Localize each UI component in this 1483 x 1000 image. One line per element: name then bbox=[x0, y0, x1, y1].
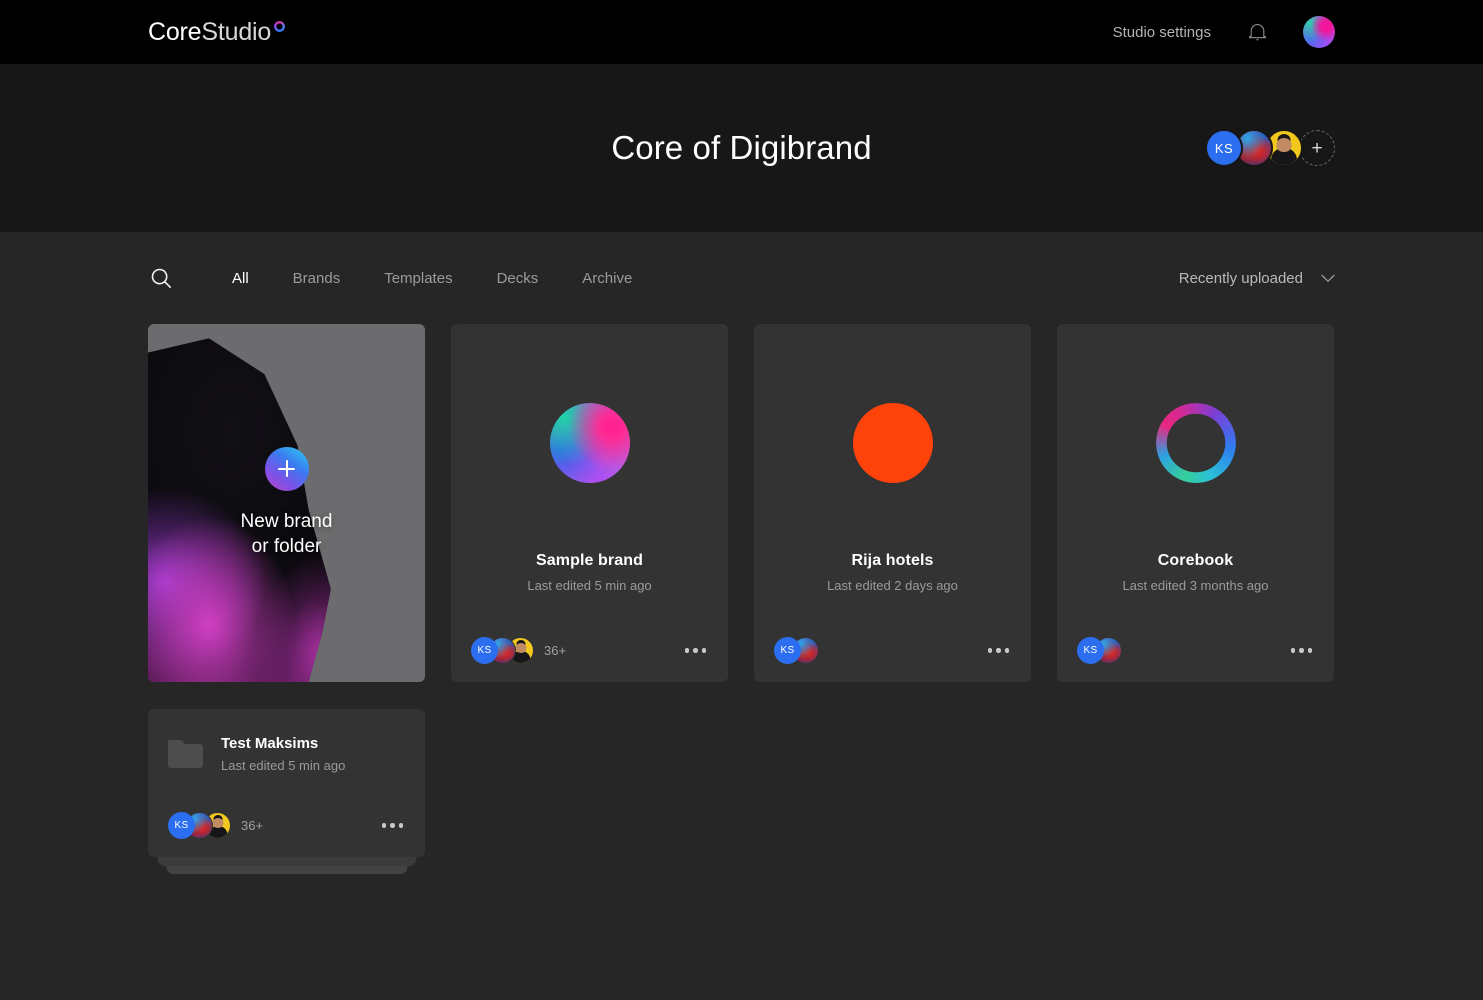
card-avatars: KS bbox=[774, 637, 819, 664]
folder-text: Test Maksims Last edited 5 min ago bbox=[221, 735, 345, 773]
new-card-label: New brand or folder bbox=[240, 510, 333, 557]
more-options-icon[interactable] bbox=[1289, 642, 1315, 659]
bell-icon[interactable] bbox=[1245, 19, 1269, 45]
top-bar-actions: Studio settings bbox=[1113, 16, 1335, 48]
hero-member-avatars: KS + bbox=[1205, 129, 1335, 167]
hero-section: Core of Digibrand KS + bbox=[0, 64, 1483, 232]
new-brand-or-folder-card[interactable]: New brand or folder bbox=[148, 324, 425, 682]
avatar-ks[interactable]: KS bbox=[471, 637, 498, 664]
brand-card-sample-brand[interactable]: Sample brand Last edited 5 min ago KS 36… bbox=[451, 324, 728, 682]
card-footer: KS bbox=[774, 637, 1011, 664]
more-options-icon[interactable] bbox=[986, 642, 1012, 659]
folder-card-test-maksims[interactable]: Test Maksims Last edited 5 min ago KS 36… bbox=[148, 709, 425, 857]
tab-brands[interactable]: Brands bbox=[271, 264, 363, 293]
card-avatars: KS bbox=[471, 637, 534, 664]
card-title: Rija hotels bbox=[851, 552, 934, 569]
card-thumbnail bbox=[754, 324, 1031, 552]
folder-header: Test Maksims Last edited 5 min ago bbox=[148, 709, 425, 773]
card-footer: KS bbox=[1077, 637, 1314, 664]
content-toolbar: All Brands Templates Decks Archive Recen… bbox=[0, 232, 1483, 324]
chevron-down-icon bbox=[1321, 274, 1335, 282]
avatar-ks[interactable]: KS bbox=[168, 812, 195, 839]
card-thumbnail bbox=[451, 324, 728, 552]
folder-footer: KS 36+ bbox=[168, 812, 405, 839]
new-card-content: New brand or folder bbox=[148, 324, 425, 682]
orange-circle-icon bbox=[852, 403, 933, 483]
card-title: Corebook bbox=[1157, 552, 1234, 569]
card-subtitle: Last edited 3 months ago bbox=[1122, 578, 1269, 593]
brand-card-rija-hotels[interactable]: Rija hotels Last edited 2 days ago KS bbox=[754, 324, 1031, 682]
card-subtitle: Last edited 2 days ago bbox=[827, 578, 958, 593]
gradient-ring-icon bbox=[274, 20, 286, 32]
avatar-ks[interactable]: KS bbox=[1077, 637, 1104, 664]
more-options-icon[interactable] bbox=[380, 817, 406, 834]
content-grid: New brand or folder Sample brand Last ed… bbox=[0, 324, 1483, 874]
folder-subtitle: Last edited 5 min ago bbox=[221, 758, 346, 773]
app-logo[interactable]: Core Studio bbox=[148, 17, 286, 46]
tab-all[interactable]: All bbox=[210, 264, 271, 293]
page-title: Core of Digibrand bbox=[611, 129, 872, 166]
avatar-ks[interactable]: KS bbox=[774, 637, 801, 664]
top-bar: Core Studio Studio settings bbox=[0, 0, 1483, 64]
user-avatar[interactable] bbox=[1303, 16, 1335, 48]
card-thumbnail bbox=[1057, 324, 1334, 552]
member-count: 36+ bbox=[544, 643, 567, 658]
avatar-ks[interactable]: KS bbox=[1205, 129, 1243, 167]
tab-archive[interactable]: Archive bbox=[560, 264, 654, 293]
plus-icon[interactable] bbox=[264, 446, 309, 491]
folder-icon bbox=[168, 740, 203, 768]
filter-tabs: All Brands Templates Decks Archive bbox=[210, 264, 654, 293]
card-subtitle: Last edited 5 min ago bbox=[527, 578, 652, 593]
tab-decks[interactable]: Decks bbox=[475, 264, 561, 293]
search-icon[interactable] bbox=[148, 265, 174, 291]
folder-avatars: KS bbox=[168, 812, 231, 839]
sort-dropdown[interactable]: Recently uploaded bbox=[1179, 270, 1335, 287]
card-title: Sample brand bbox=[535, 552, 643, 569]
add-member-button[interactable]: + bbox=[1299, 130, 1335, 166]
more-options-icon[interactable] bbox=[683, 642, 709, 659]
gradient-blob-icon bbox=[549, 403, 630, 483]
gradient-ring-icon bbox=[1155, 403, 1236, 483]
studio-settings-link[interactable]: Studio settings bbox=[1113, 24, 1211, 41]
card-footer: KS 36+ bbox=[471, 637, 708, 664]
logo-text-core: Core bbox=[148, 17, 202, 46]
card-avatars: KS bbox=[1077, 637, 1122, 664]
sort-dropdown-value: Recently uploaded bbox=[1178, 269, 1303, 287]
folder-card-wrapper: Test Maksims Last edited 5 min ago KS 36… bbox=[148, 709, 425, 874]
folder-title: Test Maksims bbox=[221, 735, 319, 752]
logo-text-studio: Studio bbox=[201, 17, 272, 46]
tab-templates[interactable]: Templates bbox=[362, 264, 474, 293]
brand-card-corebook[interactable]: Corebook Last edited 3 months ago KS bbox=[1057, 324, 1334, 682]
member-count: 36+ bbox=[241, 818, 264, 833]
